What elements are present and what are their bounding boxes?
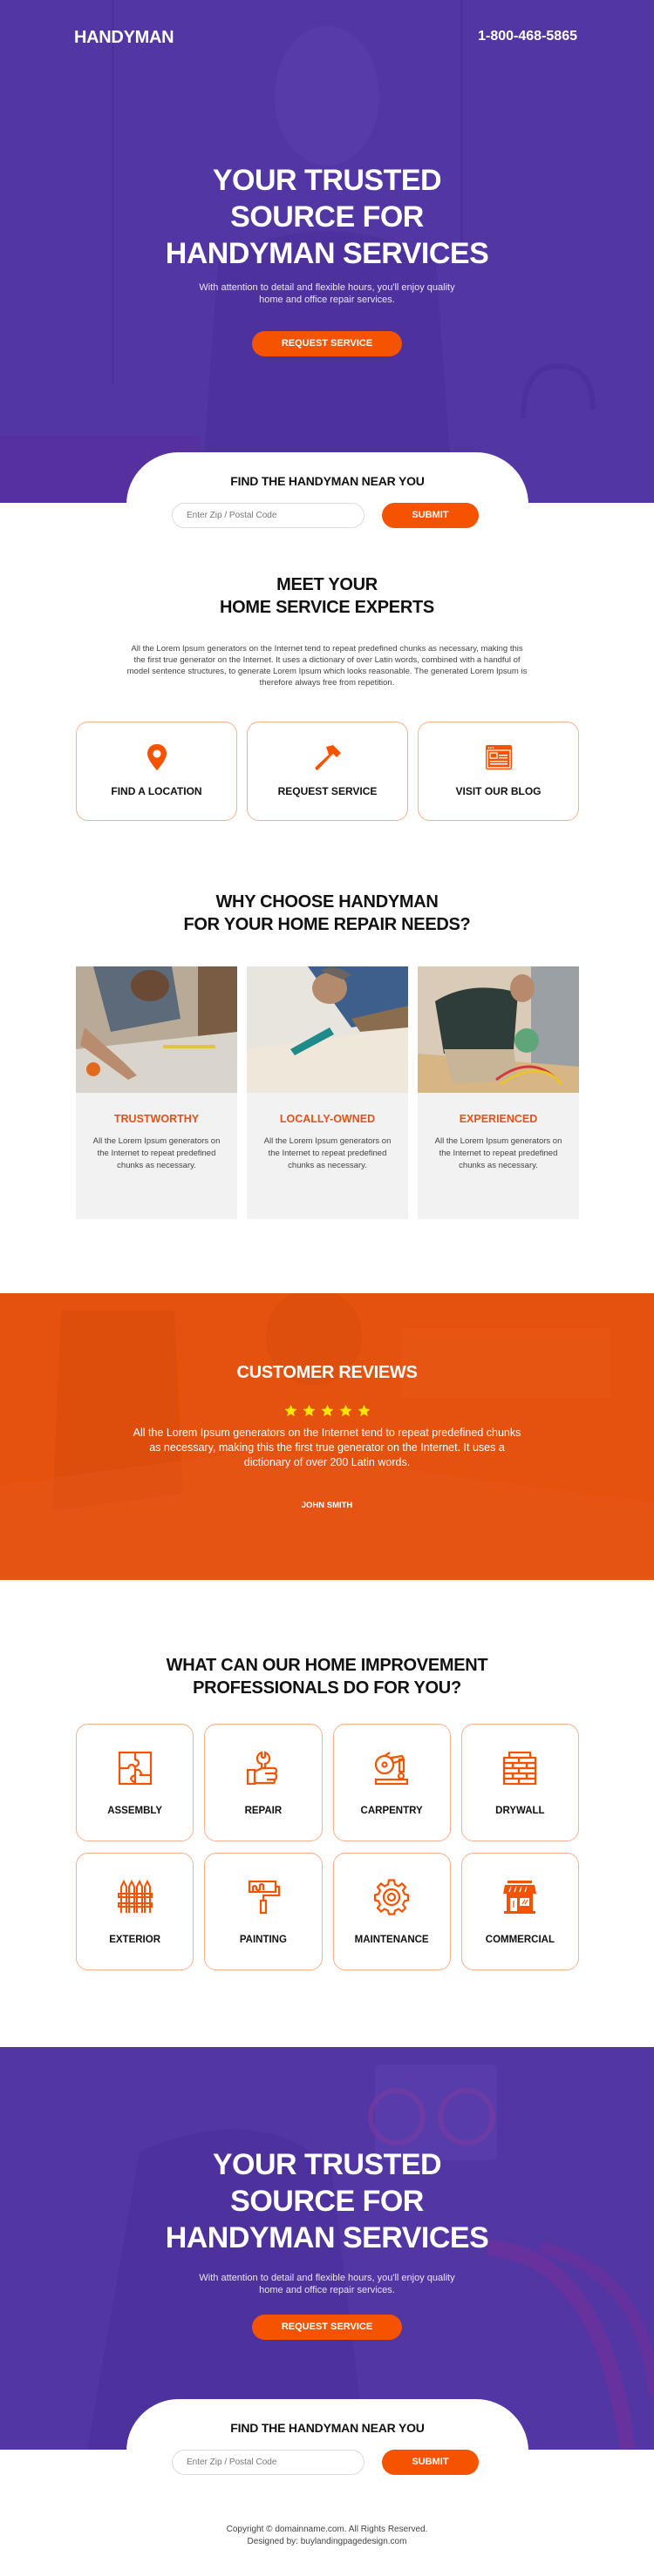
visit-blog-card[interactable]: VISIT OUR BLOG (418, 722, 579, 821)
hero-subtitle-line: home and office repair services. (259, 2285, 395, 2295)
service-card-exterior[interactable]: EXTERIOR (76, 1853, 194, 1970)
fence-icon (117, 1879, 153, 1913)
hero-subtitle-line: With attention to detail and flexible ho… (199, 2273, 455, 2283)
title-line: PROFESSIONALS DO FOR YOU? (193, 1678, 461, 1698)
service-card-repair[interactable]: REPAIR (204, 1724, 323, 1841)
service-card-carpentry[interactable]: CARPENTRY (332, 1724, 451, 1841)
paint-roller-icon (248, 1880, 280, 1915)
service-card-painting[interactable]: PAINTING (204, 1853, 323, 1970)
star-icon (339, 1405, 351, 1417)
hero-title-line: HANDYMAN SERVICES (165, 237, 489, 270)
footer: Copyright © domainname.com. All Rights R… (0, 2524, 654, 2548)
service-label: ASSEMBLY (107, 1806, 163, 1816)
hero-title-line: YOUR TRUSTED (212, 2148, 442, 2181)
service-card-assembly[interactable]: ASSEMBLY (76, 1724, 194, 1841)
brick-wall-icon (503, 1751, 537, 1786)
find-location-card[interactable]: FIND A LOCATION (76, 722, 237, 821)
action-label: FIND A LOCATION (111, 785, 202, 797)
copyright-text: Copyright © domainname.com. All Rights R… (226, 2525, 428, 2534)
review-quote: All the Lorem Ipsum generators on the In… (133, 1427, 521, 1468)
services-grid: ASSEMBLY REPAIR CARPENTRY DRYWALL EXTERI… (76, 1724, 579, 1970)
bottom-zip-code-input[interactable] (172, 2450, 364, 2475)
hammer-icon (315, 745, 341, 770)
zip-code-input[interactable] (172, 503, 364, 528)
title-line: WHAT CAN OUR HOME IMPROVEMENT (166, 1656, 488, 1675)
wrench-hand-icon (246, 1751, 278, 1786)
title-line: MEET YOUR (276, 575, 378, 594)
circular-saw-icon (375, 1752, 409, 1786)
action-cards: FIND A LOCATION REQUEST SERVICE VISIT OU… (76, 722, 579, 821)
action-label: REQUEST SERVICE (277, 785, 378, 797)
service-label: MAINTENANCE (354, 1935, 429, 1945)
service-label: PAINTING (239, 1935, 287, 1945)
handyman-finder-form: FIND THE HANDYMAN NEAR YOU SUBMIT (126, 452, 528, 548)
why-card-title: EXPERIENCED (459, 1113, 538, 1125)
service-label: REPAIR (244, 1806, 283, 1816)
why-card-locally-owned: LOCALLY-OWNED All the Lorem Ipsum genera… (247, 966, 408, 1219)
request-service-button[interactable]: REQUEST SERVICE (252, 331, 402, 356)
why-card-text: All the Lorem Ipsum generators on the In… (92, 1136, 221, 1170)
carpenter-photo (76, 966, 237, 1093)
review-author: JOHN SMITH (301, 1501, 353, 1510)
hero-subtitle-line: home and office repair services. (259, 295, 395, 305)
why-card-trustworthy: TRUSTWORTHY All the Lorem Ipsum generato… (76, 966, 237, 1219)
title-line: HOME SERVICE EXPERTS (220, 598, 434, 617)
hero-title-line: SOURCE FOR (230, 200, 424, 234)
carpet-installer-photo (247, 966, 408, 1093)
why-choose-title: WHY CHOOSE HANDYMAN FOR YOUR HOME REPAIR… (0, 891, 654, 936)
storefront-icon (503, 1881, 537, 1914)
bottom-submit-button[interactable]: SUBMIT (382, 2450, 479, 2475)
finder-title: FIND THE HANDYMAN NEAR YOU (230, 474, 425, 488)
submit-button[interactable]: SUBMIT (382, 503, 479, 528)
puzzle-icon (118, 1751, 152, 1786)
star-icon (284, 1405, 296, 1417)
star-rating (0, 1404, 654, 1418)
hero-title-line: HANDYMAN SERVICES (165, 2221, 489, 2254)
service-label: CARPENTRY (360, 1806, 423, 1816)
service-label: COMMERCIAL (485, 1935, 555, 1945)
bottom-handyman-finder-form: FIND THE HANDYMAN NEAR YOU SUBMIT (126, 2399, 528, 2495)
why-card-title: LOCALLY-OWNED (279, 1113, 376, 1125)
title-line: FOR YOUR HOME REPAIR NEEDS? (183, 915, 471, 934)
bottom-hero-subtitle: With attention to detail and flexible ho… (196, 2272, 458, 2296)
meet-experts-text: All the Lorem Ipsum generators on the In… (126, 644, 528, 688)
gear-icon (374, 1879, 410, 1915)
hero-title: YOUR TRUSTED SOURCE FOR HANDYMAN SERVICE… (0, 162, 654, 272)
hero-subtitle-line: With attention to detail and flexible ho… (199, 282, 455, 293)
why-card-text: All the Lorem Ipsum generators on the In… (263, 1136, 392, 1170)
why-card-title: TRUSTWORTHY (113, 1113, 200, 1125)
service-card-maintenance[interactable]: MAINTENANCE (332, 1853, 451, 1970)
request-service-card[interactable]: REQUEST SERVICE (247, 722, 408, 821)
action-label: VISIT OUR BLOG (455, 785, 542, 797)
finder-title: FIND THE HANDYMAN NEAR YOU (230, 2421, 425, 2435)
meet-experts-title: MEET YOUR HOME SERVICE EXPERTS (0, 573, 654, 619)
why-cards: TRUSTWORTHY All the Lorem Ipsum generato… (76, 966, 579, 1219)
why-card-experienced: EXPERIENCED All the Lorem Ipsum generato… (418, 966, 579, 1219)
reviews-title: CUSTOMER REVIEWS (236, 1363, 418, 1382)
hero-title-line: YOUR TRUSTED (212, 164, 442, 197)
hero-section: HANDYMAN 1-800-468-5865 YOUR TRUSTED SOU… (0, 0, 654, 503)
bottom-hero-title: YOUR TRUSTED SOURCE FOR HANDYMAN SERVICE… (0, 2146, 654, 2256)
bottom-request-service-button[interactable]: REQUEST SERVICE (252, 2315, 402, 2340)
star-icon (321, 1405, 333, 1417)
hero-title-line: SOURCE FOR (230, 2185, 424, 2218)
services-title: WHAT CAN OUR HOME IMPROVEMENT PROFESSION… (0, 1654, 654, 1699)
customer-reviews-section: CUSTOMER REVIEWS All the Lorem Ipsum gen… (0, 1293, 654, 1580)
why-card-text: All the Lorem Ipsum generators on the In… (434, 1136, 562, 1170)
star-icon (303, 1405, 315, 1417)
browser-window-icon (485, 745, 512, 769)
star-icon (358, 1405, 370, 1417)
service-card-commercial[interactable]: COMMERCIAL (460, 1853, 579, 1970)
brand-logo[interactable]: HANDYMAN (74, 28, 174, 48)
service-label: EXTERIOR (109, 1935, 161, 1945)
ac-technician-photo (418, 966, 579, 1093)
service-label: DRYWALL (495, 1806, 545, 1816)
title-line: WHY CHOOSE HANDYMAN (215, 892, 439, 912)
map-pin-icon (146, 744, 167, 770)
phone-number[interactable]: 1-800-468-5865 (478, 29, 577, 44)
service-card-drywall[interactable]: DRYWALL (460, 1724, 579, 1841)
hero-subtitle: With attention to detail and flexible ho… (196, 281, 458, 306)
designer-credit[interactable]: Designed by: buylandingpagedesign.com (0, 2536, 654, 2548)
